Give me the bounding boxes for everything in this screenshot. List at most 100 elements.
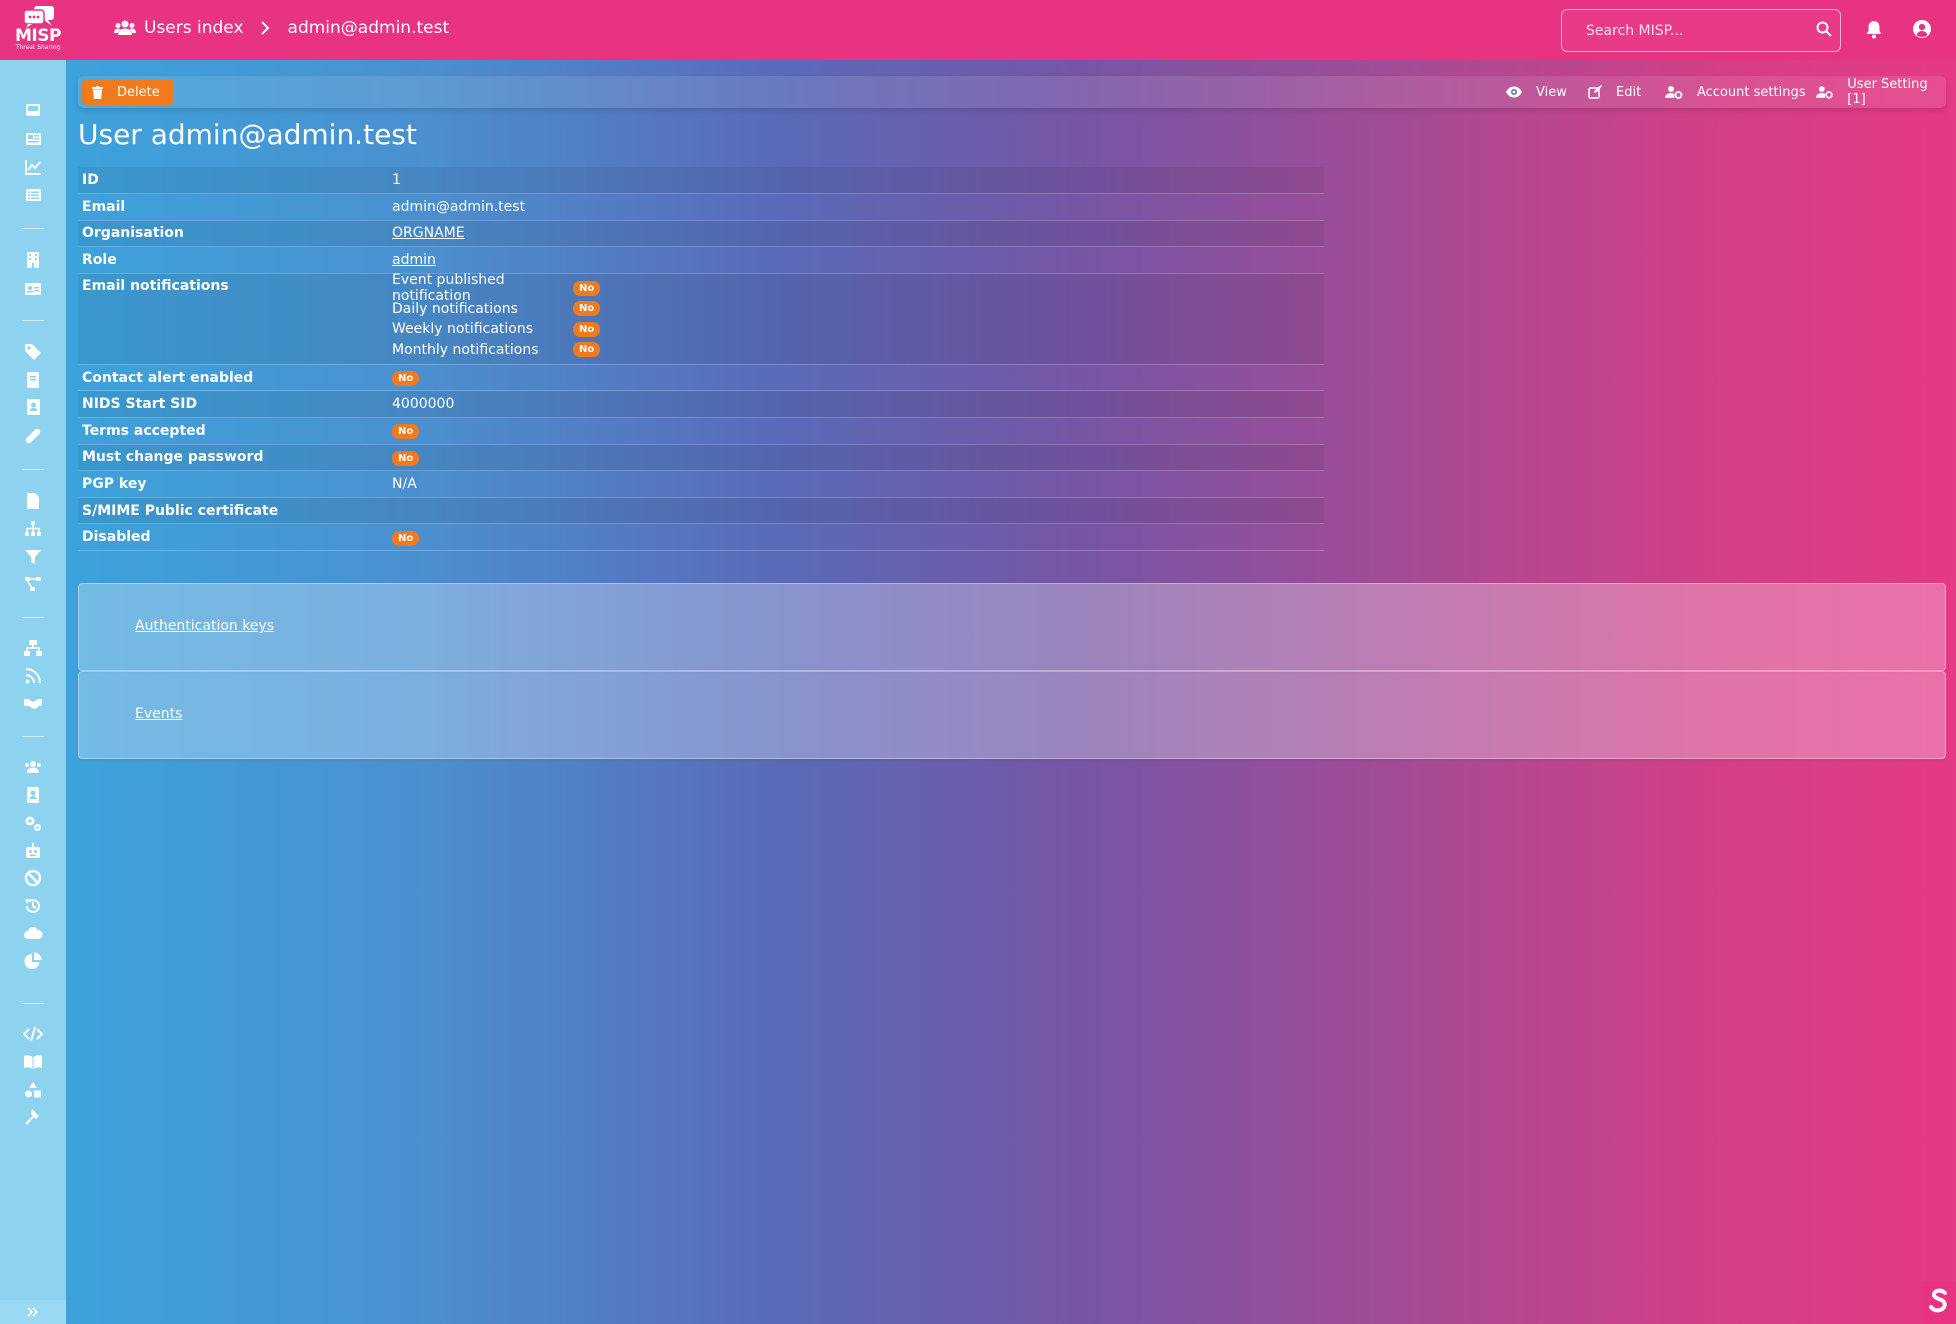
pgp-key-label: PGP key <box>82 476 147 493</box>
nids-sid-label: NIDS Start SID <box>82 396 198 413</box>
action-bar: Delete View Edit Account settings User S… <box>78 76 1946 108</box>
book-open-icon[interactable] <box>23 1052 43 1072</box>
account-settings-link[interactable]: Account settings <box>1665 76 1805 108</box>
logo-name: MISP <box>15 26 61 46</box>
double-chevron-right-icon <box>27 1307 39 1317</box>
robot-icon[interactable] <box>23 841 43 861</box>
hammer-icon[interactable] <box>23 1107 43 1127</box>
network-icon[interactable] <box>23 638 43 658</box>
search-icon[interactable] <box>1816 21 1832 37</box>
misp-logo[interactable]: MISP Threat Sharing <box>10 6 66 54</box>
user-cog-icon <box>1665 86 1683 99</box>
chart-line-icon[interactable] <box>23 157 43 177</box>
status-badge: No <box>392 530 420 546</box>
edit-label: Edit <box>1616 84 1642 100</box>
table-row: Disabled No <box>78 524 1324 551</box>
must-change-password-label: Must change password <box>82 449 264 466</box>
edit-icon <box>1588 85 1602 99</box>
table-row: ID 1 <box>78 167 1324 194</box>
ban-icon[interactable] <box>23 868 43 888</box>
email-notifications-label: Email notifications <box>82 277 229 294</box>
user-cog-icon <box>1816 86 1833 99</box>
trash-icon <box>92 85 103 99</box>
terms-accepted-label: Terms accepted <box>82 422 206 439</box>
status-badge: No <box>573 301 601 317</box>
breadcrumb: Users index admin@admin.test <box>114 18 449 38</box>
status-badge: No <box>573 321 601 337</box>
search-box[interactable] <box>1561 9 1841 52</box>
project-diagram-icon[interactable] <box>23 574 43 594</box>
role-label: Role <box>82 252 117 269</box>
table-row: NIDS Start SID 4000000 <box>78 390 1324 418</box>
user-circle-icon[interactable] <box>1912 19 1932 39</box>
email-value: admin@admin.test <box>392 198 526 215</box>
notification-label: Monthly notifications <box>392 341 539 358</box>
code-icon[interactable] <box>23 1024 43 1044</box>
address-book-icon[interactable] <box>23 397 43 417</box>
events-link[interactable]: Events <box>135 706 182 722</box>
list-item: Monthly notifications No <box>392 339 1320 360</box>
nids-sid-value: 4000000 <box>392 396 455 413</box>
edit-link[interactable]: Edit <box>1588 76 1641 108</box>
eye-icon <box>1506 86 1522 98</box>
bell-icon[interactable] <box>1864 19 1884 39</box>
inbox-icon[interactable] <box>23 100 43 120</box>
authentication-keys-panel: Authentication keys <box>78 583 1946 671</box>
disabled-label: Disabled <box>82 529 151 546</box>
book-icon[interactable] <box>23 370 43 390</box>
page-title: User admin@admin.test <box>78 118 417 151</box>
table-row: Contact alert enabled No <box>78 364 1324 391</box>
sidebar-expand-button[interactable] <box>0 1300 66 1324</box>
search-input[interactable] <box>1586 22 1806 39</box>
history-icon[interactable] <box>23 896 43 916</box>
list-item: Event published notification No <box>392 272 1320 304</box>
pgp-key-value: N/A <box>392 476 417 493</box>
table-row: Role admin <box>78 247 1324 274</box>
smime-label: S/MIME Public certificate <box>82 502 279 519</box>
account-settings-label: Account settings <box>1697 84 1806 100</box>
chart-pie-icon[interactable] <box>23 951 43 971</box>
logo-subtitle: Threat Sharing <box>15 44 61 51</box>
newspaper-icon[interactable] <box>23 129 43 149</box>
rss-icon[interactable] <box>23 666 43 686</box>
cloud-icon[interactable] <box>23 923 43 943</box>
building-icon[interactable] <box>23 250 43 270</box>
notification-label: Daily notifications <box>392 300 518 317</box>
organisation-label: Organisation <box>82 225 184 242</box>
view-label: View <box>1536 84 1567 100</box>
organisation-link[interactable]: ORGNAME <box>392 225 465 241</box>
user-setting-link[interactable]: User Setting [1] <box>1816 76 1946 108</box>
chevron-right-icon <box>260 21 269 35</box>
notification-label: Weekly notifications <box>392 321 534 338</box>
delete-button[interactable]: Delete <box>82 79 174 105</box>
tag-icon[interactable] <box>23 341 43 361</box>
authentication-keys-link[interactable]: Authentication keys <box>135 618 274 634</box>
users-icon[interactable] <box>23 757 43 777</box>
chat-bubbles-icon <box>23 6 54 28</box>
notification-label: Event published notification <box>392 272 505 305</box>
id-label: ID <box>82 172 99 189</box>
table-row: PGP key N/A <box>78 471 1324 498</box>
shapes-icon[interactable] <box>23 1080 43 1100</box>
events-panel: Events <box>78 671 1946 759</box>
view-link[interactable]: View <box>1506 76 1567 108</box>
file-icon[interactable] <box>23 491 43 511</box>
contact-alert-label: Contact alert enabled <box>82 369 254 386</box>
status-badge: No <box>392 450 420 466</box>
bandage-icon[interactable] <box>23 426 43 446</box>
role-link[interactable]: admin <box>392 252 436 268</box>
filter-icon[interactable] <box>23 547 43 567</box>
user-badge-icon[interactable] <box>23 785 43 805</box>
status-badge: No <box>573 342 601 358</box>
email-notifications-list: Event published notification No Daily no… <box>388 272 1324 364</box>
smime-value <box>388 497 1324 524</box>
status-badge: No <box>392 371 420 387</box>
list-icon[interactable] <box>23 185 43 205</box>
list-item: Weekly notifications No <box>392 319 1320 340</box>
cogs-icon[interactable] <box>23 813 43 833</box>
handshake-icon[interactable] <box>23 693 43 713</box>
id-card-icon[interactable] <box>23 279 43 299</box>
sitemap-icon[interactable] <box>23 519 43 539</box>
breadcrumb-users-index[interactable]: Users index <box>144 18 244 38</box>
id-value: 1 <box>392 172 401 189</box>
